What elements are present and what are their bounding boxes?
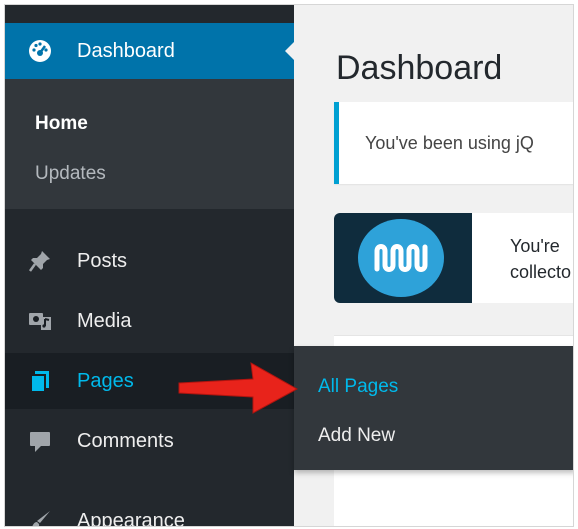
brush-icon xyxy=(27,508,53,526)
plugin-logo-background xyxy=(334,213,472,303)
sidebar-item-label: Posts xyxy=(77,249,128,272)
admin-sidebar: Dashboard Home Updates Posts Media Pages xyxy=(5,5,295,527)
sidebar-item-posts[interactable]: Posts xyxy=(5,233,294,289)
sidebar-item-appearance[interactable]: Appearance xyxy=(5,493,294,527)
submenu-home-link[interactable]: Home xyxy=(35,113,88,135)
submenu-updates-link[interactable]: Updates xyxy=(35,163,106,185)
sidebar-item-label: Media xyxy=(77,309,132,332)
dashboard-icon xyxy=(27,38,53,64)
sidebar-item-label: Pages xyxy=(77,369,134,392)
comment-icon xyxy=(27,428,53,454)
pages-flyout-submenu: All Pages Add New xyxy=(294,346,573,470)
notice-text: You've been using jQ xyxy=(365,133,534,153)
sidebar-item-label: Appearance xyxy=(77,509,185,527)
jquery-notice: You've been using jQ xyxy=(334,102,573,184)
plugin-notice-line1: You're xyxy=(510,236,560,256)
plugin-notice-line2: collecto xyxy=(510,262,572,282)
pin-icon xyxy=(27,248,53,274)
sidebar-item-dashboard[interactable]: Dashboard xyxy=(5,23,295,79)
sidebar-item-label: Comments xyxy=(77,429,174,452)
sidebar-item-label: Dashboard xyxy=(77,39,175,62)
dashboard-submenu: Home Updates xyxy=(5,79,294,209)
admin-frame: Dashboard Home Updates Posts Media Pages xyxy=(4,4,574,527)
pages-icon xyxy=(27,368,53,394)
flyout-add-new-link[interactable]: Add New xyxy=(318,425,395,447)
red-annotation-arrow xyxy=(178,362,299,414)
flyout-all-pages-link[interactable]: All Pages xyxy=(318,376,398,398)
plugin-logo-icon xyxy=(358,219,444,297)
sidebar-item-media[interactable]: Media xyxy=(5,293,294,349)
sidebar-top-strip xyxy=(5,5,294,23)
page-title: Dashboard xyxy=(336,49,503,87)
sidebar-item-comments[interactable]: Comments xyxy=(5,413,294,469)
plugin-notice: You're collecto xyxy=(334,213,573,303)
media-icon xyxy=(27,308,53,334)
